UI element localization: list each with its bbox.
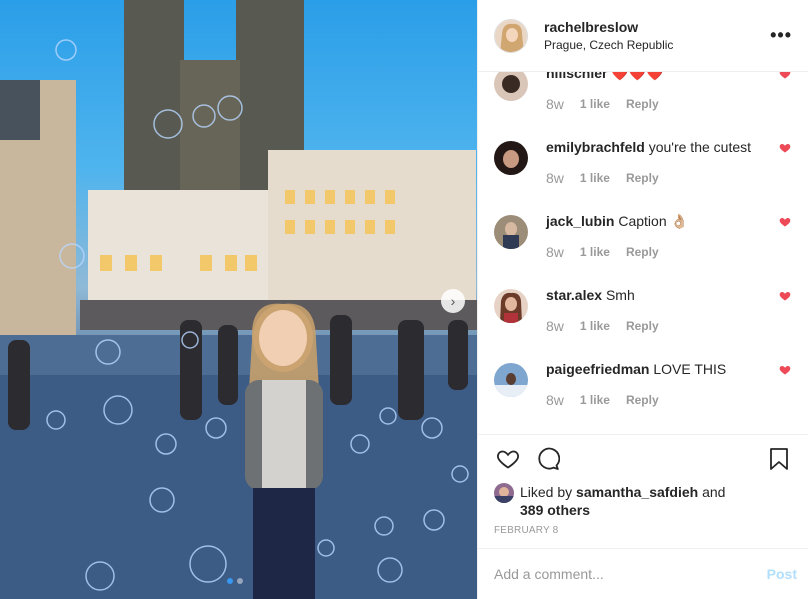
add-comment-bar: Post — [478, 548, 808, 599]
comment-time: 8w — [546, 244, 564, 260]
comment-reply-button[interactable]: Reply — [626, 244, 659, 260]
more-horizontal-icon: ••• — [770, 25, 792, 45]
post-header-text: rachelbreslow Prague, Czech Republic — [544, 18, 770, 53]
post-comment-button[interactable]: Post — [767, 566, 797, 582]
comment-meta: 8w 1 like Reply — [546, 318, 774, 334]
comment-text-line: nilischler ❤️❤️❤️ — [546, 72, 774, 82]
carousel-next-button[interactable]: › — [441, 289, 465, 313]
comment-reply-button[interactable]: Reply — [626, 392, 659, 408]
chevron-right-icon: › — [450, 293, 456, 309]
comments-list: nilischler ❤️❤️❤️ 8w 1 like Reply emilyb… — [478, 72, 808, 434]
comment-body: jack_lubin Caption 👌🏼 8w 1 like Reply — [546, 212, 774, 260]
comment-avatar[interactable] — [494, 289, 528, 323]
comment-item: emilybrachfeld you're the cutest 8w 1 li… — [494, 138, 799, 212]
likes-text: Liked by samantha_safdieh and 389 others — [520, 483, 725, 519]
comment-button[interactable] — [534, 445, 562, 473]
comment-body: nilischler ❤️❤️❤️ 8w 1 like Reply — [546, 72, 774, 112]
comment-bubble-icon — [538, 447, 560, 470]
liker-username[interactable]: samantha_safdieh — [576, 484, 698, 500]
carousel-indicator — [227, 578, 243, 584]
comment-text-line: star.alex Smh — [546, 286, 774, 304]
comment-time: 8w — [546, 96, 564, 112]
comment-input[interactable] — [494, 566, 767, 582]
like-button[interactable] — [494, 445, 522, 473]
comment-avatar[interactable] — [494, 363, 528, 397]
comment-text: LOVE THIS — [653, 361, 727, 377]
comment-text: Caption 👌🏼 — [618, 213, 688, 229]
heart-filled-icon[interactable] — [779, 216, 791, 228]
author-username[interactable]: rachelbreslow — [544, 18, 770, 36]
comment-body: star.alex Smh 8w 1 like Reply — [546, 286, 774, 334]
author-avatar[interactable] — [494, 18, 528, 53]
action-icon-row — [494, 435, 793, 483]
comment-avatar[interactable] — [494, 72, 528, 101]
comment-likes[interactable]: 1 like — [580, 318, 610, 334]
liker-avatar[interactable] — [494, 483, 514, 503]
comment-item: star.alex Smh 8w 1 like Reply — [494, 286, 799, 360]
carousel-dot-active — [227, 578, 233, 584]
comment-time: 8w — [546, 392, 564, 408]
comment-avatar[interactable] — [494, 141, 528, 175]
likes-prefix: Liked by — [520, 484, 577, 500]
post-sidebar: rachelbreslow Prague, Czech Republic •••… — [477, 0, 808, 599]
bookmark-icon — [770, 448, 788, 470]
comment-body: paigeefriedman LOVE THIS 8w 1 like Reply — [546, 360, 774, 408]
comment-text: ❤️❤️❤️ — [611, 72, 664, 81]
comment-avatar[interactable] — [494, 215, 528, 249]
comment-likes[interactable]: 1 like — [580, 244, 610, 260]
heart-filled-icon[interactable] — [779, 290, 791, 302]
carousel-dot — [237, 578, 243, 584]
comment-item: paigeefriedman LOVE THIS 8w 1 like Reply — [494, 360, 799, 434]
comment-likes[interactable]: 1 like — [580, 96, 610, 112]
heart-outline-icon — [497, 450, 519, 469]
comment-reply-button[interactable]: Reply — [626, 318, 659, 334]
comment-meta: 8w 1 like Reply — [546, 244, 774, 260]
comment-text-line: emilybrachfeld you're the cutest — [546, 138, 774, 156]
comment-item: jack_lubin Caption 👌🏼 8w 1 like Reply — [494, 212, 799, 286]
comment-meta: 8w 1 like Reply — [546, 170, 774, 186]
more-options-button[interactable]: ••• — [770, 25, 792, 46]
comment-text-line: jack_lubin Caption 👌🏼 — [546, 212, 774, 230]
comment-text: you're the cutest — [648, 139, 752, 155]
heart-filled-icon[interactable] — [779, 364, 791, 376]
post-header: rachelbreslow Prague, Czech Republic ••• — [478, 0, 808, 72]
comment-time: 8w — [546, 318, 564, 334]
comment-username[interactable]: paigeefriedman — [546, 361, 649, 377]
comment-reply-button[interactable]: Reply — [626, 96, 659, 112]
comment-reply-button[interactable]: Reply — [626, 170, 659, 186]
save-button[interactable] — [765, 445, 793, 473]
comment-text: Smh — [605, 287, 635, 303]
heart-filled-icon[interactable] — [779, 72, 791, 80]
comment-username[interactable]: jack_lubin — [546, 213, 614, 229]
photo-scene — [0, 0, 477, 599]
comment-meta: 8w 1 like Reply — [546, 96, 774, 112]
post-actions: Liked by samantha_safdieh and 389 others… — [478, 434, 808, 536]
comment-likes[interactable]: 1 like — [580, 392, 610, 408]
likes-and: and — [698, 484, 726, 500]
comment-username[interactable]: nilischler — [546, 72, 607, 81]
post-location[interactable]: Prague, Czech Republic — [544, 37, 770, 53]
comment-likes[interactable]: 1 like — [580, 170, 610, 186]
comment-body: emilybrachfeld you're the cutest 8w 1 li… — [546, 138, 774, 186]
comment-username[interactable]: star.alex — [546, 287, 602, 303]
heart-filled-icon[interactable] — [779, 142, 791, 154]
likes-others-link[interactable]: 389 others — [520, 502, 590, 518]
comment-meta: 8w 1 like Reply — [546, 392, 774, 408]
comment-time: 8w — [546, 170, 564, 186]
comment-username[interactable]: emilybrachfeld — [546, 139, 645, 155]
post-date[interactable]: FEBRUARY 8 — [494, 525, 793, 536]
post-photo[interactable]: › — [0, 0, 477, 599]
comment-item: nilischler ❤️❤️❤️ 8w 1 like Reply — [494, 72, 799, 138]
likes-summary: Liked by samantha_safdieh and 389 others — [494, 483, 793, 519]
comment-text-line: paigeefriedman LOVE THIS — [546, 360, 774, 378]
